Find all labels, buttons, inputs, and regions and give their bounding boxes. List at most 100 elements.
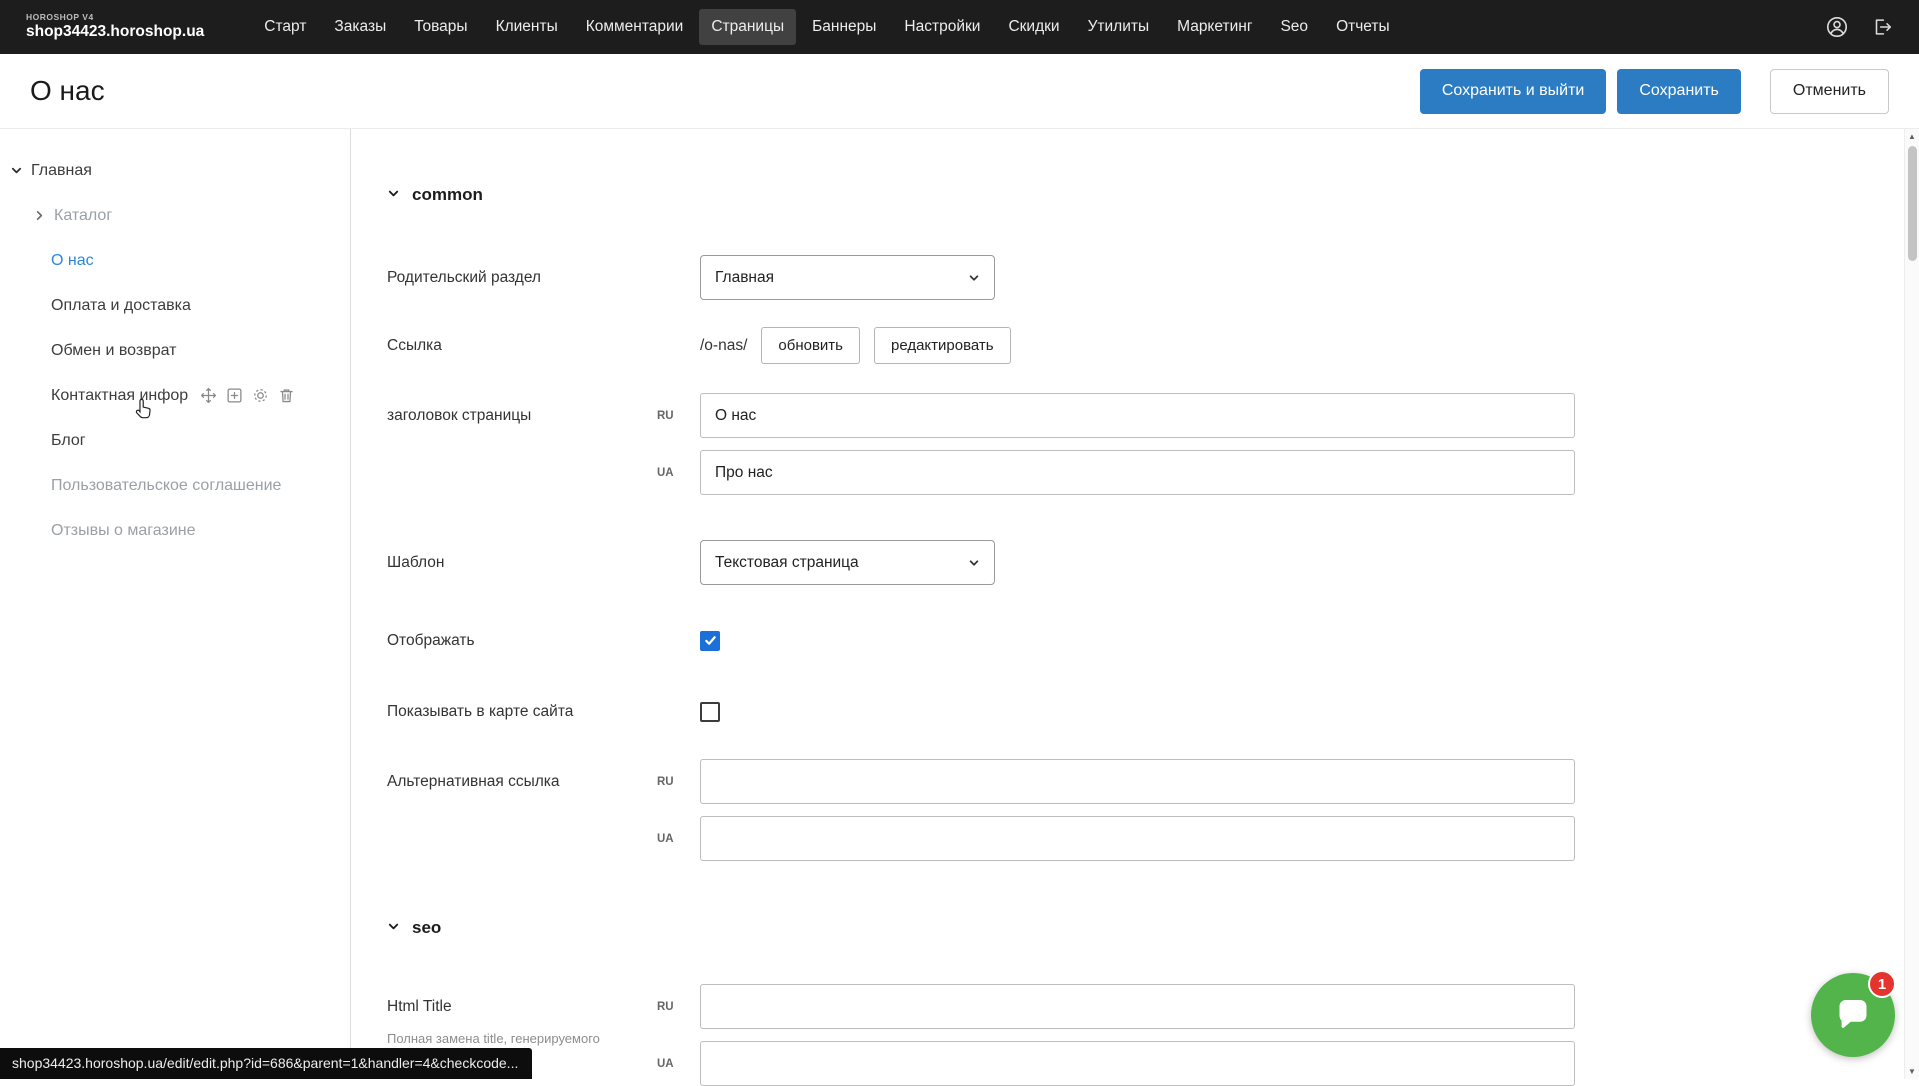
alt-link-label: Альтернативная ссылка	[387, 759, 657, 804]
move-icon[interactable]	[200, 387, 217, 404]
brand-domain-label: shop34423.horoshop.ua	[26, 23, 204, 41]
page-title-ru-input[interactable]	[700, 393, 1575, 438]
status-url-bar: shop34423.horoshop.ua/edit/edit.php?id=6…	[0, 1048, 532, 1079]
save-and-exit-button[interactable]: Сохранить и выйти	[1420, 69, 1607, 114]
template-row: Шаблон Текстовая страница	[387, 540, 1879, 585]
topbar-right-icons	[1825, 15, 1893, 39]
sitemap-label: Показывать в карте сайта	[387, 703, 700, 721]
sitemap-checkbox[interactable]	[700, 702, 720, 722]
save-button[interactable]: Сохранить	[1617, 69, 1741, 114]
scroll-up-icon[interactable]: ▲	[1908, 129, 1916, 144]
refresh-link-button[interactable]: обновить	[761, 327, 860, 364]
nav-item-banners[interactable]: Баннеры	[800, 9, 888, 45]
html-title-label-block: Html Title Полная замена title, генериру…	[387, 984, 657, 1046]
scrollbar-thumb[interactable]	[1908, 146, 1917, 261]
sidebar-item-label: Блог	[51, 432, 86, 450]
nav-item-utilities[interactable]: Утилиты	[1076, 9, 1162, 45]
alt-link-ua-input[interactable]	[700, 816, 1575, 861]
chat-bubble-icon	[1832, 994, 1874, 1036]
logout-icon[interactable]	[1871, 16, 1893, 38]
alt-link-row: Альтернативная ссылка RU UA	[387, 759, 1879, 861]
nav-item-settings[interactable]: Настройки	[892, 9, 992, 45]
vertical-scrollbar[interactable]: ▲ ▼	[1904, 129, 1919, 1079]
html-title-ru-input[interactable]	[700, 984, 1575, 1029]
html-title-ua-input[interactable]	[700, 1041, 1575, 1086]
delete-trash-icon[interactable]	[278, 387, 295, 404]
sidebar-item-label: Пользовательское соглашение	[51, 477, 281, 495]
parent-section-row: Родительский раздел Главная	[387, 255, 1879, 300]
settings-gear-icon[interactable]	[252, 387, 269, 404]
chevron-down-icon	[387, 918, 400, 938]
tree-item-actions	[200, 387, 295, 404]
link-label: Ссылка	[387, 337, 700, 355]
lang-ua-label: UA	[657, 467, 700, 479]
display-label: Отображать	[387, 632, 700, 650]
html-title-hint: Полная замена title, генерируемого	[387, 1031, 657, 1046]
display-checkbox[interactable]	[700, 631, 720, 651]
sidebar-item-blog[interactable]: Блог	[0, 418, 350, 463]
nav-item-start[interactable]: Старт	[252, 9, 318, 45]
cancel-button[interactable]: Отменить	[1770, 69, 1889, 114]
section-common-header[interactable]: common	[387, 185, 1879, 205]
nav-item-reports[interactable]: Отчеты	[1324, 9, 1402, 45]
sidebar-item-user-agreement[interactable]: Пользовательское соглашение	[0, 463, 350, 508]
sidebar-item-exchange-return[interactable]: Обмен и возврат	[0, 328, 350, 373]
chat-widget-button[interactable]: 1	[1811, 973, 1895, 1057]
sidebar-item-store-reviews[interactable]: Отзывы о магазине	[0, 508, 350, 553]
html-title-label: Html Title	[387, 984, 657, 1029]
nav-item-marketing[interactable]: Маркетинг	[1165, 9, 1264, 45]
sidebar-item-label: Оплата и доставка	[51, 297, 191, 315]
parent-section-select[interactable]: Главная	[700, 255, 995, 300]
scroll-down-icon[interactable]: ▼	[1908, 1064, 1916, 1079]
sidebar-item-about[interactable]: О нас	[0, 238, 350, 283]
nav-item-discounts[interactable]: Скидки	[996, 9, 1071, 45]
nav-item-clients[interactable]: Клиенты	[484, 9, 570, 45]
content-area: Главная Каталог О нас Оплата и доставка …	[0, 128, 1919, 1078]
sidebar-item-label: О нас	[51, 252, 94, 270]
page-header: О нас Сохранить и выйти Сохранить Отмени…	[0, 54, 1919, 128]
brand-version-label: HOROSHOP V4	[26, 13, 204, 23]
page-title-ua-input[interactable]	[700, 450, 1575, 495]
template-label: Шаблон	[387, 554, 700, 572]
sidebar-item-home[interactable]: Главная	[0, 148, 350, 193]
section-common-label: common	[412, 185, 483, 205]
link-row: Ссылка /o-nas/ обновить редактировать	[387, 327, 1879, 364]
sidebar-item-contact-info[interactable]: Контактная инфор	[0, 373, 350, 418]
sidebar-item-label: Главная	[31, 162, 92, 180]
nav-item-products[interactable]: Товары	[402, 9, 479, 45]
sidebar-item-label: Каталог	[54, 207, 112, 225]
section-seo-header[interactable]: seo	[387, 918, 1879, 938]
chat-unread-badge: 1	[1868, 970, 1896, 998]
template-value: Текстовая страница	[715, 554, 859, 572]
lang-ru-label: RU	[657, 410, 700, 422]
template-select[interactable]: Текстовая страница	[700, 540, 995, 585]
sidebar-item-payment-delivery[interactable]: Оплата и доставка	[0, 283, 350, 328]
nav-item-comments[interactable]: Комментарии	[574, 9, 696, 45]
chevron-right-icon[interactable]	[33, 209, 46, 222]
page-title-label: заголовок страницы	[387, 393, 657, 438]
add-page-icon[interactable]	[226, 387, 243, 404]
sidebar-item-label: Обмен и возврат	[51, 342, 176, 360]
lang-ru-label: RU	[657, 1001, 700, 1013]
lang-ru-label: RU	[657, 776, 700, 788]
check-icon	[704, 634, 717, 647]
parent-section-label: Родительский раздел	[387, 269, 700, 287]
nav-item-pages[interactable]: Страницы	[699, 9, 796, 45]
top-navigation-bar: HOROSHOP V4 shop34423.horoshop.ua Старт …	[0, 0, 1919, 54]
nav-item-orders[interactable]: Заказы	[322, 9, 398, 45]
header-buttons: Сохранить и выйти Сохранить Отменить	[1420, 69, 1889, 114]
pages-tree-sidebar: Главная Каталог О нас Оплата и доставка …	[0, 129, 350, 1078]
account-icon[interactable]	[1825, 15, 1849, 39]
parent-section-value: Главная	[715, 269, 774, 287]
link-path: /o-nas/	[700, 337, 747, 355]
nav-item-seo[interactable]: Seo	[1268, 9, 1320, 45]
chevron-down-icon[interactable]	[10, 164, 23, 177]
alt-link-ru-input[interactable]	[700, 759, 1575, 804]
sidebar-item-label: Контактная инфор	[51, 387, 188, 405]
edit-link-button[interactable]: редактировать	[874, 327, 1011, 364]
sitemap-row: Показывать в карте сайта	[387, 689, 1879, 734]
brand-logo[interactable]: HOROSHOP V4 shop34423.horoshop.ua	[26, 13, 204, 41]
html-title-row: Html Title Полная замена title, генериру…	[387, 984, 1879, 1086]
sidebar-item-catalog[interactable]: Каталог	[0, 193, 350, 238]
lang-ua-label: UA	[657, 1058, 700, 1070]
